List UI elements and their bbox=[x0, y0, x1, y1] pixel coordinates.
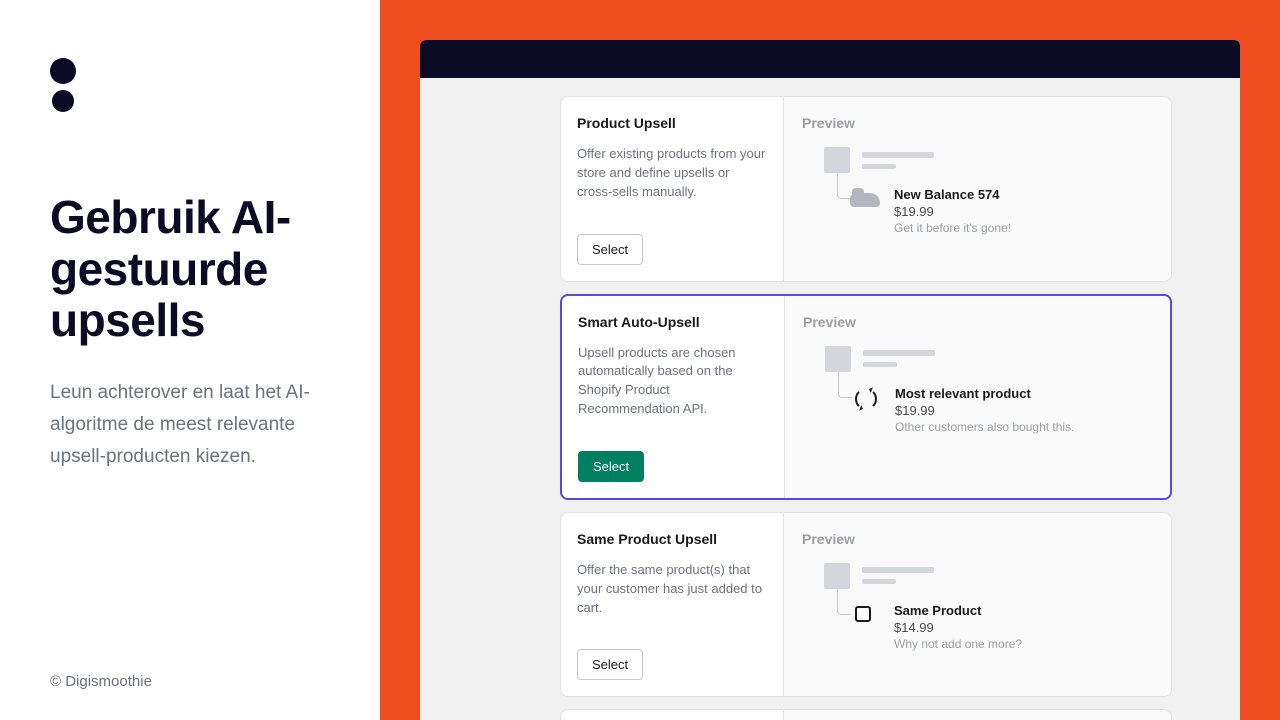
shoe-icon bbox=[850, 187, 880, 213]
preview-label: Preview bbox=[803, 314, 1152, 330]
app-window: Product Upsell Offer existing products f… bbox=[420, 40, 1240, 720]
upsell-card-same-product[interactable]: Same Product Upsell Offer the same produ… bbox=[560, 512, 1172, 698]
upsell-type-list: Product Upsell Offer existing products f… bbox=[420, 78, 1240, 720]
refresh-icon bbox=[851, 386, 881, 412]
upsell-card-gift-packaging[interactable]: Gift Packaging Preview bbox=[560, 709, 1172, 720]
logo-dot-top bbox=[50, 58, 76, 84]
preview-label: Preview bbox=[802, 115, 1153, 131]
placeholder-square bbox=[824, 147, 850, 173]
preview-placeholder-row bbox=[825, 346, 1152, 372]
preview-product-row: New Balance 574 $19.99 Get it before it'… bbox=[802, 187, 1153, 235]
marketing-sidebar: Gebruik AI-gestuurde upsells Leun achter… bbox=[0, 0, 380, 720]
placeholder-lines bbox=[863, 350, 935, 367]
product-subtext: Get it before it's gone! bbox=[894, 221, 1011, 235]
placeholder-square bbox=[825, 346, 851, 372]
logo-dot-bottom bbox=[52, 90, 74, 112]
copy-icon bbox=[850, 603, 880, 629]
card-body: Same Product Upsell Offer the same produ… bbox=[561, 513, 783, 697]
logo bbox=[50, 58, 332, 112]
preview-body: Same Product $14.99 Why not add one more… bbox=[802, 563, 1153, 651]
card-title: Product Upsell bbox=[577, 115, 767, 131]
select-button[interactable]: Select bbox=[577, 649, 643, 680]
app-topbar bbox=[420, 40, 1240, 78]
card-body: Product Upsell Offer existing products f… bbox=[561, 97, 783, 281]
subheadline: Leun achterover en laat het AI-algoritme… bbox=[50, 377, 332, 474]
card-preview: Preview bbox=[783, 513, 1171, 697]
product-price: $14.99 bbox=[894, 620, 1022, 635]
select-button[interactable]: Select bbox=[578, 451, 644, 482]
card-preview: Preview bbox=[783, 710, 1171, 720]
card-preview: Preview bbox=[783, 97, 1171, 281]
product-name: Same Product bbox=[894, 603, 1022, 618]
preview-label: Preview bbox=[802, 531, 1153, 547]
product-subtext: Other customers also bought this. bbox=[895, 420, 1074, 434]
card-description: Upsell products are chosen automatically… bbox=[578, 344, 768, 419]
screenshot-panel: Product Upsell Offer existing products f… bbox=[380, 0, 1280, 720]
preview-product-row: Same Product $14.99 Why not add one more… bbox=[802, 603, 1153, 651]
preview-body: Most relevant product $19.99 Other custo… bbox=[803, 346, 1152, 434]
product-subtext: Why not add one more? bbox=[894, 637, 1022, 651]
preview-placeholder-row bbox=[824, 563, 1153, 589]
preview-body: New Balance 574 $19.99 Get it before it'… bbox=[802, 147, 1153, 235]
upsell-card-smart-auto[interactable]: Smart Auto-Upsell Upsell products are ch… bbox=[560, 294, 1172, 500]
preview-placeholder-row bbox=[824, 147, 1153, 173]
product-name: New Balance 574 bbox=[894, 187, 1011, 202]
product-info: Most relevant product $19.99 Other custo… bbox=[895, 386, 1074, 434]
headline: Gebruik AI-gestuurde upsells bbox=[50, 192, 332, 347]
card-title: Smart Auto-Upsell bbox=[578, 314, 768, 330]
product-info: Same Product $14.99 Why not add one more… bbox=[894, 603, 1022, 651]
card-description: Offer existing products from your store … bbox=[577, 145, 767, 202]
connector-line bbox=[837, 589, 851, 615]
card-preview: Preview bbox=[784, 296, 1170, 498]
page: Gebruik AI-gestuurde upsells Leun achter… bbox=[0, 0, 1280, 720]
upsell-card-product-upsell[interactable]: Product Upsell Offer existing products f… bbox=[560, 96, 1172, 282]
select-button[interactable]: Select bbox=[577, 234, 643, 265]
card-body: Gift Packaging bbox=[561, 710, 783, 720]
preview-product-row: Most relevant product $19.99 Other custo… bbox=[803, 386, 1152, 434]
placeholder-lines bbox=[862, 567, 934, 584]
product-info: New Balance 574 $19.99 Get it before it'… bbox=[894, 187, 1011, 235]
card-description: Offer the same product(s) that your cust… bbox=[577, 561, 767, 618]
card-body: Smart Auto-Upsell Upsell products are ch… bbox=[562, 296, 784, 498]
product-price: $19.99 bbox=[894, 204, 1011, 219]
placeholder-lines bbox=[862, 152, 934, 169]
product-price: $19.99 bbox=[895, 403, 1074, 418]
placeholder-square bbox=[824, 563, 850, 589]
copyright: © Digismoothie bbox=[50, 673, 152, 690]
connector-line bbox=[838, 372, 852, 398]
product-name: Most relevant product bbox=[895, 386, 1074, 401]
connector-line bbox=[837, 173, 851, 199]
card-title: Same Product Upsell bbox=[577, 531, 767, 547]
